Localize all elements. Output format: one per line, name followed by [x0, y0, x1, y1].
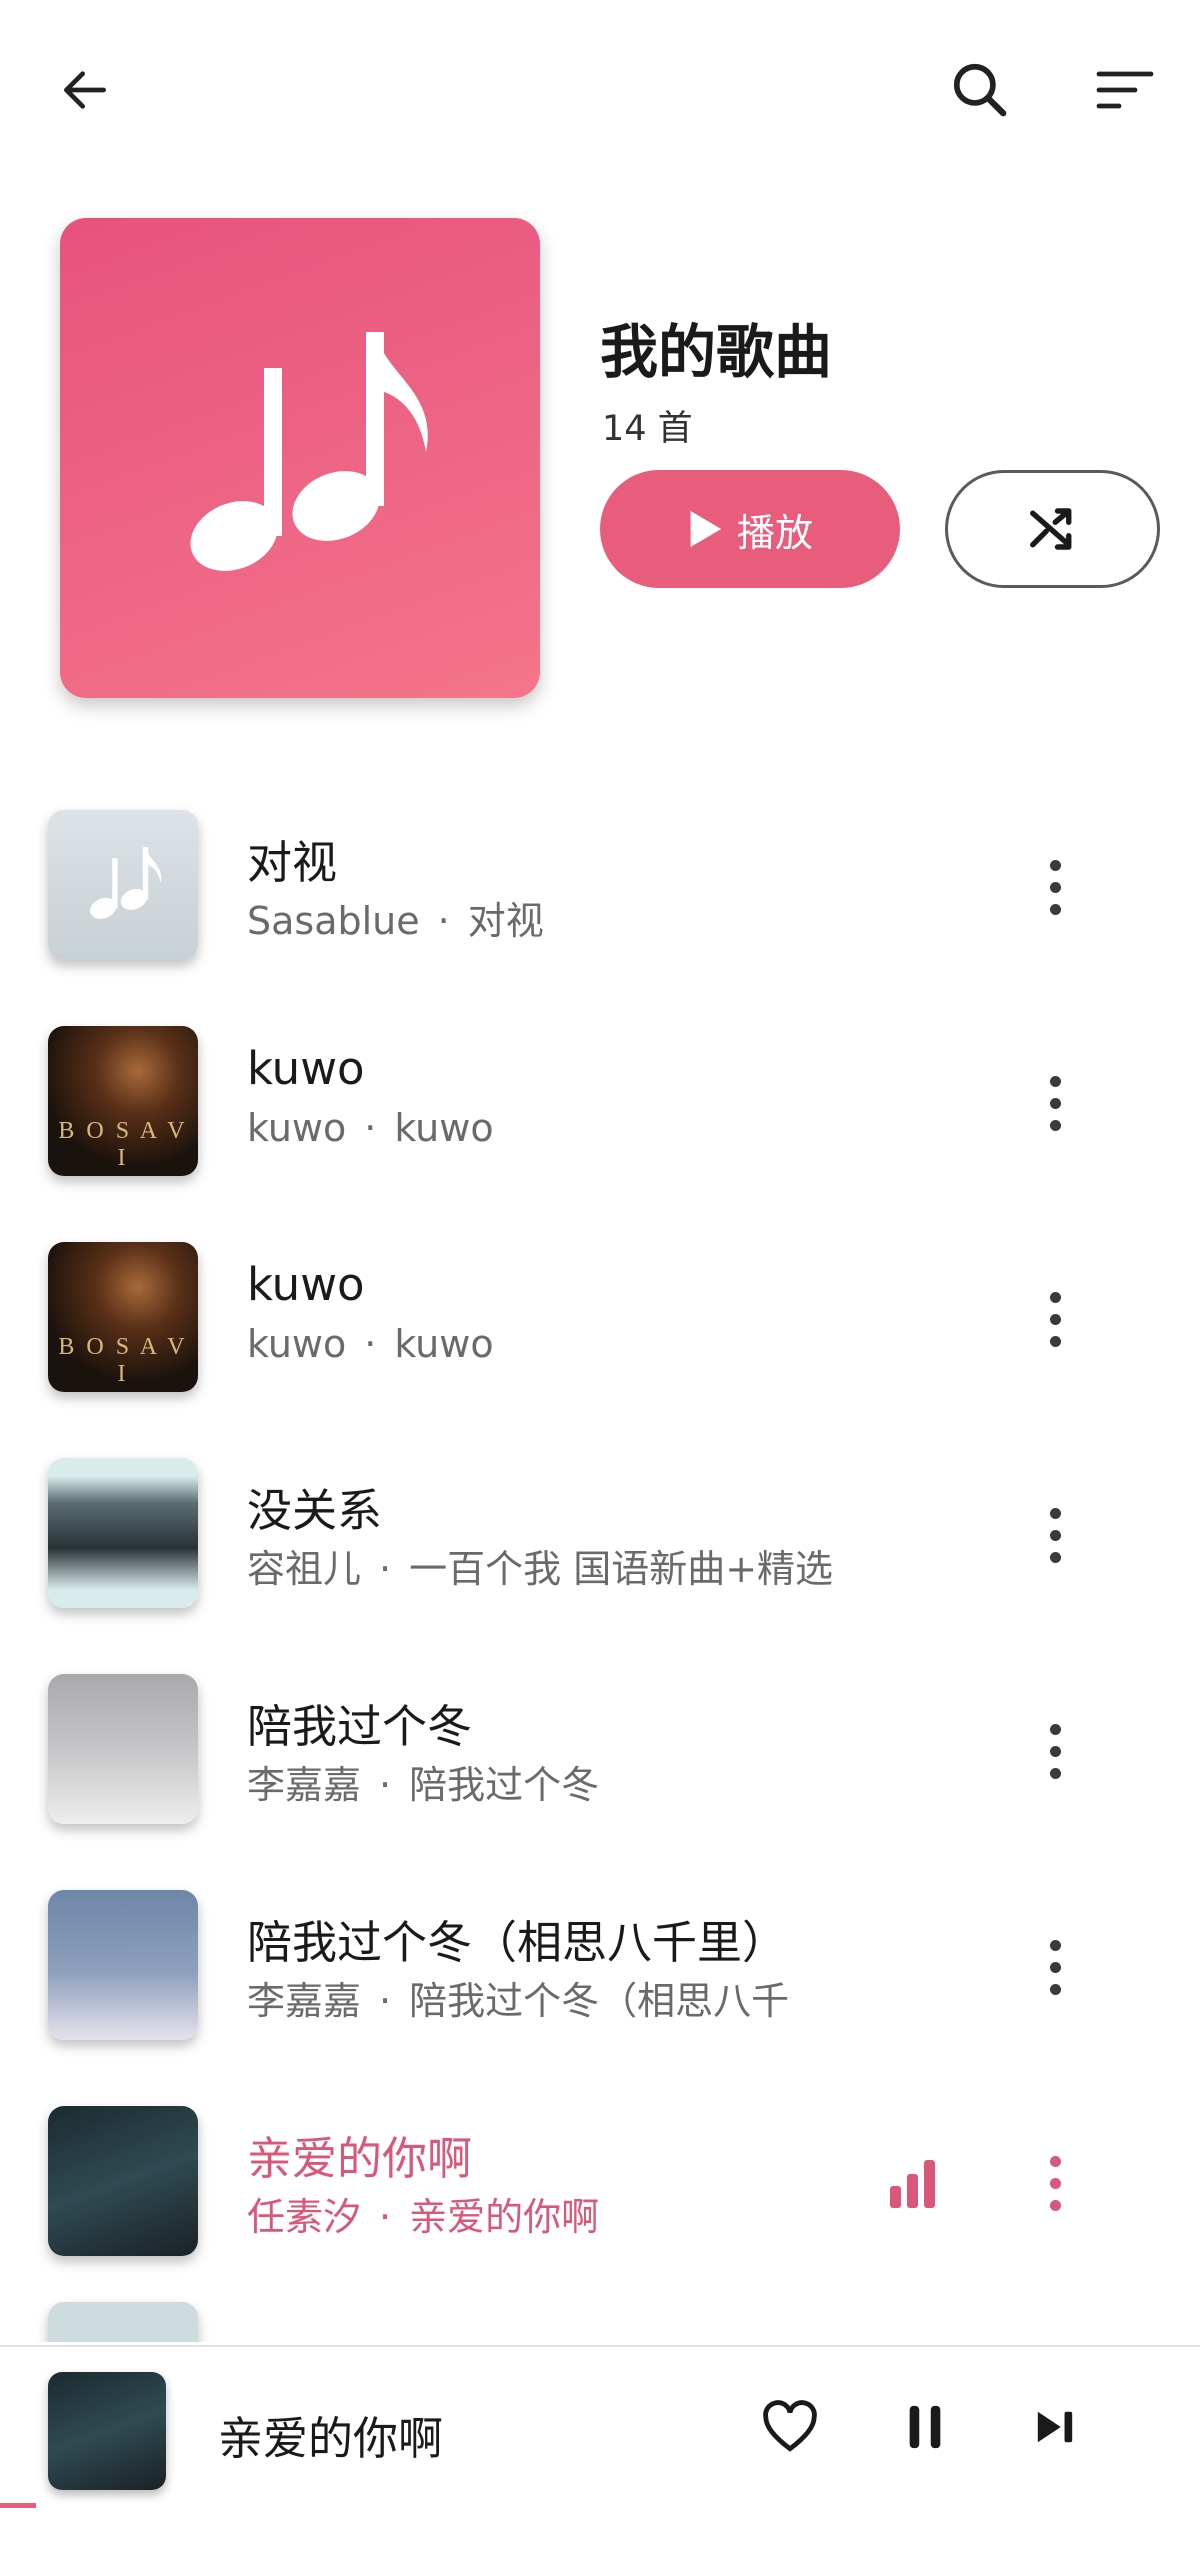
song-subtitle: 李嘉嘉 · 陪我过个冬 [247, 1754, 599, 1809]
song-artist: 容祖儿 [247, 1547, 362, 1591]
album-art [48, 1458, 198, 1608]
more-options-button[interactable] [1030, 842, 1080, 932]
playback-progress [0, 2503, 1200, 2508]
now-playing-icon [890, 2156, 942, 2208]
separator-dot: · [379, 1979, 392, 2023]
next-button[interactable] [1015, 2387, 1095, 2467]
list-item[interactable]: 亲爱的你啊 任素汐 · 亲爱的你啊 [0, 2066, 1200, 2282]
heart-icon [763, 2400, 817, 2452]
song-artist: 任素汐 [247, 2195, 362, 2239]
pause-button[interactable] [885, 2387, 965, 2467]
list-item[interactable]: B O S A V I kuwo kuwo · kuwo [0, 986, 1200, 1202]
back-button[interactable] [40, 45, 130, 135]
shuffle-icon [1029, 508, 1071, 550]
song-title: 没关系 [247, 1484, 383, 1537]
album-art [48, 1674, 198, 1824]
separator-dot: · [364, 1322, 377, 1366]
progress-fill [0, 2503, 36, 2508]
mini-player-title: 亲爱的你啊 [218, 2412, 444, 2465]
song-title: 对视 [247, 836, 338, 889]
song-subtitle: 容祖儿 · 一百个我 国语新曲+精选 [247, 1538, 833, 1593]
song-album: 亲爱的你啊 [409, 2195, 600, 2239]
music-note-icon [90, 847, 162, 919]
sort-button[interactable] [1080, 45, 1170, 135]
sort-icon [1096, 71, 1154, 109]
play-all-button[interactable]: 播放 [600, 470, 900, 588]
song-album: 陪我过个冬 [409, 1763, 600, 1807]
list-item[interactable] [0, 2282, 1200, 2342]
album-art: B O S A V I [48, 1026, 198, 1176]
song-title: kuwo [247, 1042, 365, 1095]
skip-next-icon [1037, 2411, 1073, 2443]
song-subtitle: kuwo · kuwo [247, 1322, 494, 1366]
song-album: kuwo [394, 1322, 494, 1366]
song-subtitle: 李嘉嘉 · 陪我过个冬（相思八千 [247, 1970, 789, 2025]
more-options-button[interactable] [1030, 1274, 1080, 1364]
playlist-header: 我的歌曲 14 首 播放 [0, 200, 1200, 740]
mini-player[interactable]: 亲爱的你啊 [0, 2345, 1200, 2561]
separator-dot: · [379, 1763, 392, 1807]
song-album: kuwo [394, 1106, 494, 1150]
top-app-bar [0, 0, 1200, 180]
play-icon [690, 511, 722, 547]
album-art [48, 810, 198, 960]
play-all-label: 播放 [736, 510, 813, 555]
song-title: kuwo [247, 1258, 365, 1311]
search-button[interactable] [935, 45, 1025, 135]
music-note-icon [190, 332, 428, 571]
song-subtitle: 任素汐 · 亲爱的你啊 [247, 2186, 599, 2241]
pause-icon [909, 2405, 941, 2449]
list-item[interactable]: 陪我过个冬（相思八千里） 李嘉嘉 · 陪我过个冬（相思八千 [0, 1850, 1200, 2066]
more-options-button[interactable] [1030, 1706, 1080, 1796]
separator-dot: · [379, 1547, 392, 1591]
song-artist: 李嘉嘉 [247, 1979, 362, 2023]
separator-dot: · [379, 2195, 392, 2239]
song-album: 陪我过个冬（相思八千 [409, 1979, 790, 2023]
playlist-title: 我的歌曲 [600, 318, 833, 386]
song-title: 陪我过个冬（相思八千里） [247, 1916, 788, 1969]
separator-dot: · [437, 899, 450, 943]
song-count: 14 首 [602, 409, 693, 449]
song-album: 一百个我 国语新曲+精选 [409, 1547, 834, 1591]
mini-player-album-art [48, 2372, 166, 2490]
album-art [48, 2106, 198, 2256]
list-item[interactable]: B O S A V I kuwo kuwo · kuwo [0, 1202, 1200, 1418]
favorite-button[interactable] [750, 2387, 830, 2467]
song-subtitle: Sasablue · 对视 [247, 890, 544, 945]
song-artist: kuwo [247, 1322, 347, 1366]
more-options-button[interactable] [1030, 1922, 1080, 2012]
song-subtitle: kuwo · kuwo [247, 1106, 494, 1150]
list-item[interactable]: 陪我过个冬 李嘉嘉 · 陪我过个冬 [0, 1634, 1200, 1850]
shuffle-button[interactable] [945, 470, 1160, 588]
more-options-button[interactable] [1030, 1058, 1080, 1148]
search-icon [953, 63, 1007, 117]
more-options-button[interactable] [1030, 2138, 1080, 2228]
album-art [48, 2302, 198, 2342]
song-artist: kuwo [247, 1106, 347, 1150]
song-album: 对视 [467, 899, 544, 943]
list-item[interactable]: 没关系 容祖儿 · 一百个我 国语新曲+精选 [0, 1418, 1200, 1634]
song-artist: Sasablue [247, 899, 420, 943]
more-options-button[interactable] [1030, 1490, 1080, 1580]
song-title: 陪我过个冬 [247, 1700, 473, 1753]
separator-dot: · [364, 1106, 377, 1150]
song-artist: 李嘉嘉 [247, 1763, 362, 1807]
album-art [48, 1890, 198, 2040]
album-art: B O S A V I [48, 1242, 198, 1392]
list-item[interactable]: 对视 Sasablue · 对视 [0, 770, 1200, 986]
playlist-cover [60, 218, 540, 698]
arrow-left-icon [63, 71, 106, 109]
song-title: 亲爱的你啊 [247, 2132, 473, 2185]
